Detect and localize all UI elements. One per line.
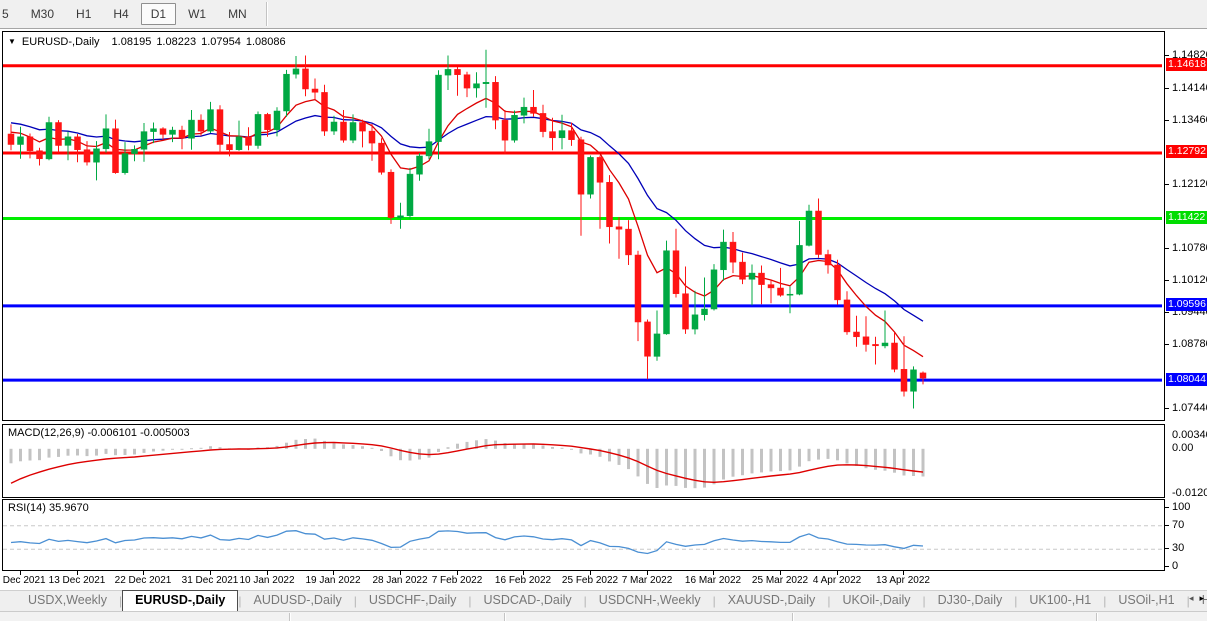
date-label: 7 Feb 2022	[432, 575, 483, 586]
date-label: 4 Apr 2022	[813, 575, 861, 586]
rsi-axis-label: 70	[1172, 519, 1184, 531]
date-label: 19 Jan 2022	[305, 575, 360, 586]
rsi-axis-label: 0	[1172, 560, 1178, 572]
price-tick-label: 1.10780	[1172, 242, 1207, 254]
date-axis[interactable]: 3 Dec 202113 Dec 2021 22 Dec 2021 31 Dec 2…	[2, 571, 1165, 589]
ohlc-open: 1.08195	[112, 36, 152, 48]
rsi-line	[11, 531, 923, 554]
macd-axis-label: 0.003408	[1172, 429, 1207, 441]
price-tick	[1165, 408, 1169, 409]
moving-average-lines	[11, 98, 923, 356]
timeframe-button-w1[interactable]: W1	[178, 3, 216, 25]
price-tick	[1165, 88, 1169, 89]
price-tick-label: 1.14140	[1172, 82, 1207, 94]
price-tick	[1165, 248, 1169, 249]
timeframe-button-d1[interactable]: D1	[141, 3, 176, 25]
date-label: 28 Jan 2022	[372, 575, 427, 586]
tab-scroll-left-icon[interactable]: ◂	[1189, 593, 1194, 604]
tab-scroll-arrows: ◂ ▸	[1189, 593, 1204, 604]
price-tick-label: 1.12120	[1172, 178, 1207, 190]
tab-uk100-h1[interactable]: UK100-,H1	[1017, 591, 1103, 611]
chart-tab-bar: USDX,Weekly|EURUSD-,Daily|AUDUSD-,Daily|…	[0, 590, 1207, 611]
status-bar	[0, 611, 1207, 621]
tab-scroll-right-icon[interactable]: ▸	[1199, 593, 1204, 604]
date-label: 22 Dec 2021	[115, 575, 172, 586]
statusbar-separator	[1096, 613, 1097, 621]
price-tick	[1165, 280, 1169, 281]
rsi-axis-tick	[1165, 507, 1169, 508]
date-label: 25 Feb 2022	[562, 575, 618, 586]
chart-symbol-label: EURUSD-,Daily	[22, 36, 100, 48]
candlestick-chart[interactable]	[3, 32, 1162, 418]
price-line-badge: 1.09596	[1166, 298, 1207, 311]
rsi-axis-tick	[1165, 548, 1169, 549]
price-tick	[1165, 312, 1169, 313]
price-line-badge: 1.11422	[1166, 211, 1207, 224]
macd-signal-line	[11, 443, 923, 484]
date-label: 16 Mar 2022	[685, 575, 741, 586]
tab-audusd-daily[interactable]: AUDUSD-,Daily	[242, 591, 354, 611]
tab-usoil-h1[interactable]: USOil-,H1	[1106, 591, 1186, 611]
tab-usdcad-daily[interactable]: USDCAD-,Daily	[471, 591, 583, 611]
ohlc-close: 1.08086	[246, 36, 286, 48]
date-label: 31 Dec 2021	[182, 575, 239, 586]
statusbar-separator	[289, 613, 290, 621]
price-tick-label: 1.07440	[1172, 402, 1207, 414]
candlesticks	[8, 50, 926, 409]
price-tick-label: 1.10120	[1172, 274, 1207, 286]
rsi-level-lines	[3, 526, 1162, 550]
rsi-panel[interactable]	[2, 499, 1165, 571]
price-line-badge: 1.12792	[1166, 145, 1207, 158]
rsi-axis-tick	[1165, 566, 1169, 567]
price-tick-label: 1.13460	[1172, 114, 1207, 126]
timeframe-button-h4[interactable]: H4	[103, 3, 138, 25]
price-tick	[1165, 344, 1169, 345]
symbol-dropdown-icon[interactable]: ▼	[8, 37, 16, 46]
rsi-axis-tick	[1165, 525, 1169, 526]
price-tick	[1165, 55, 1169, 56]
macd-axis-label: -0.012058	[1172, 487, 1207, 499]
price-chart-panel[interactable]	[2, 31, 1165, 421]
horizontal-lines	[3, 66, 1162, 380]
date-label: 16 Feb 2022	[495, 575, 551, 586]
rsi-axis-label: 30	[1172, 542, 1184, 554]
date-label: 25 Mar 2022	[752, 575, 808, 586]
tab-dj30-daily[interactable]: DJ30-,Daily	[926, 591, 1015, 611]
macd-axis-label: 0.00	[1172, 442, 1193, 454]
tab-usdx-weekly[interactable]: USDX,Weekly	[16, 591, 119, 611]
ohlc-high: 1.08223	[156, 36, 196, 48]
ohlc-low: 1.07954	[201, 36, 241, 48]
date-label: 3 Dec 2021	[0, 575, 46, 586]
timeframe-button-m30[interactable]: M30	[21, 3, 64, 25]
date-label: 10 Jan 2022	[239, 575, 294, 586]
date-label: 7 Mar 2022	[622, 575, 673, 586]
tab-usdcnh-weekly[interactable]: USDCNH-,Weekly	[587, 591, 713, 611]
price-axis[interactable]: 1.148201.141401.134601.121201.107801.101…	[1165, 31, 1207, 571]
macd-histogram	[10, 439, 925, 489]
tab-xauusd-daily[interactable]: XAUUSD-,Daily	[716, 591, 828, 611]
rsi-chart[interactable]	[3, 500, 1162, 568]
statusbar-separator	[792, 613, 793, 621]
tab-ukoil-daily[interactable]: UKOil-,Daily	[830, 591, 922, 611]
price-line-badge: 1.14618	[1166, 58, 1207, 71]
rsi-label: RSI(14) 35.9670	[8, 502, 89, 514]
price-line-badge: 1.08044	[1166, 373, 1207, 386]
terminal-window: 5M30H1H4D1W1MN ▼ EURUSD-,Daily 1.08195 1.08…	[0, 0, 1207, 621]
chart-title: ▼ EURUSD-,Daily 1.08195 1.08223 1.07954 1.080…	[8, 36, 291, 48]
price-tick	[1165, 184, 1169, 185]
timeframe-toolbar: 5M30H1H4D1W1MN	[0, 0, 1207, 29]
rsi-axis-label: 100	[1172, 501, 1190, 513]
timeframe-button-mn[interactable]: MN	[218, 3, 257, 25]
macd-label: MACD(12,26,9) -0.006101 -0.005003	[8, 427, 190, 439]
date-label: 13 Dec 2021	[49, 575, 106, 586]
timeframe-button-h1[interactable]: H1	[66, 3, 101, 25]
tab-usdchf-daily[interactable]: USDCHF-,Daily	[357, 591, 469, 611]
date-label: 13 Apr 2022	[876, 575, 930, 586]
tab-eurusd-daily[interactable]: EURUSD-,Daily	[122, 590, 238, 611]
toolbar-separator	[266, 2, 267, 26]
statusbar-separator	[504, 613, 505, 621]
timeframe-button-5[interactable]: 5	[0, 3, 19, 25]
price-tick	[1165, 120, 1169, 121]
price-tick-label: 1.08780	[1172, 338, 1207, 350]
